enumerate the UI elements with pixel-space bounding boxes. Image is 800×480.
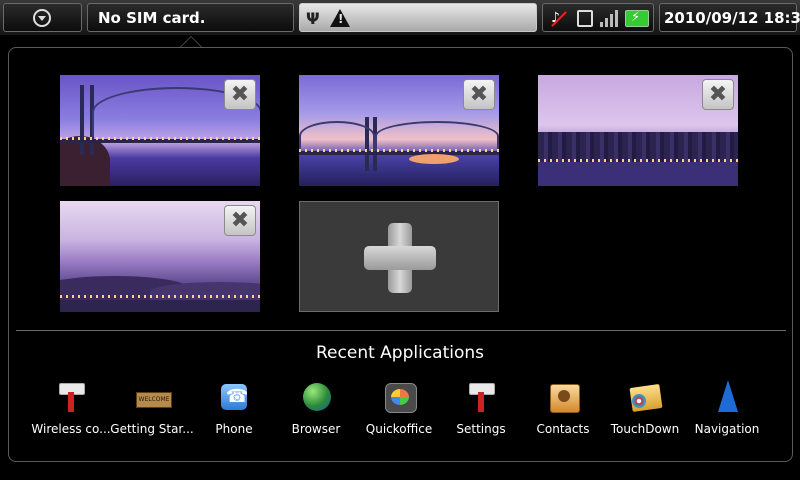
- carrier-text: No SIM card.: [98, 9, 206, 27]
- no-signal-icon: [600, 10, 620, 27]
- globe-icon: [300, 380, 334, 414]
- chevron-down-icon: [33, 9, 51, 27]
- recent-app-navigation[interactable]: Navigation: [679, 380, 775, 438]
- wireless-settings-icon: [55, 380, 89, 414]
- settings-icon: [465, 380, 499, 414]
- navigation-arrow-icon: [711, 380, 745, 414]
- quickoffice-icon: [383, 380, 417, 414]
- vibrate-icon: [577, 10, 593, 27]
- close-icon[interactable]: ✖: [224, 205, 256, 236]
- clock-text: 2010/09/12 18:38: [664, 9, 800, 27]
- close-icon[interactable]: ✖: [702, 79, 734, 110]
- panel-pointer: [180, 36, 202, 47]
- welcome-mat-icon: [136, 380, 172, 414]
- status-icons[interactable]: ♪: [542, 3, 654, 32]
- app-label: Browser: [291, 422, 341, 436]
- add-home-screen-button[interactable]: [299, 201, 499, 312]
- clock[interactable]: 2010/09/12 18:38: [659, 3, 800, 32]
- app-label: Navigation: [694, 422, 760, 436]
- phone-icon: [218, 380, 252, 414]
- home-screen-thumbnail-3[interactable]: ✖: [538, 75, 738, 186]
- notification-area[interactable]: Ψ: [299, 3, 537, 32]
- home-screen-thumbnail-2[interactable]: ✖: [299, 75, 499, 186]
- battery-charging-icon: [625, 10, 649, 27]
- mute-icon: ♪: [551, 10, 565, 27]
- home-screen-thumbnail-1[interactable]: ✖: [60, 75, 260, 186]
- close-icon[interactable]: ✖: [463, 79, 495, 110]
- warning-icon: [330, 9, 350, 27]
- home-screen-thumbnail-4[interactable]: ✖: [60, 201, 260, 312]
- plus-icon-bar: [364, 246, 436, 270]
- usb-icon: Ψ: [306, 9, 320, 28]
- contacts-icon: [547, 380, 581, 414]
- carrier-label: No SIM card.: [87, 3, 294, 32]
- touchdown-icon: [629, 380, 663, 414]
- status-bar[interactable]: No SIM card. Ψ ♪ 2010/09/12 18:38: [0, 0, 800, 36]
- close-icon[interactable]: ✖: [224, 79, 256, 110]
- notification-menu-button[interactable]: [3, 3, 82, 32]
- recent-app-browser[interactable]: Browser: [268, 380, 364, 438]
- recent-apps-title: Recent Applications: [316, 343, 484, 363]
- divider: [16, 330, 786, 331]
